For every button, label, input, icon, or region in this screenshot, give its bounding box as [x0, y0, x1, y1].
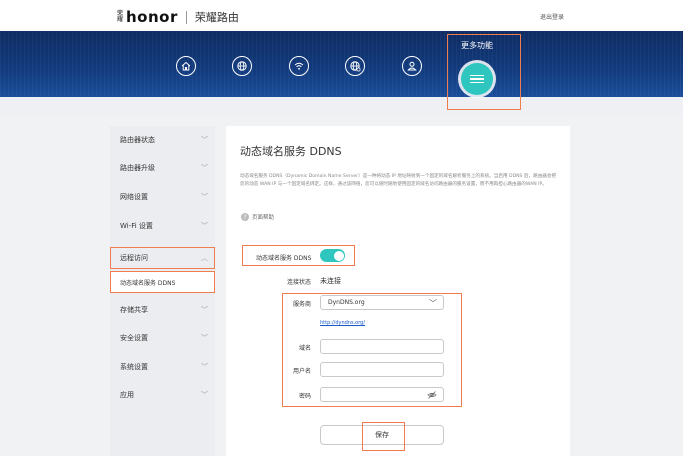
sidebar-item-label: 系统设置 — [120, 363, 148, 371]
sidebar-item-label: 网络设置 — [120, 193, 148, 201]
username-label: 用户名 — [292, 368, 311, 375]
user-icon[interactable] — [402, 56, 422, 76]
brand-wordmark: honor — [126, 8, 178, 26]
sidebar-item-apps[interactable]: 应用 ﹀ — [110, 385, 215, 405]
sidebar-item-label: 路由器状态 — [120, 136, 155, 144]
brand-logo: 荣耀 honor 荣耀路由 — [116, 8, 239, 26]
sidebar-item-label: 动态域名服务 DDNS — [120, 279, 176, 287]
page-title: 动态域名服务 DDNS — [240, 145, 342, 158]
sidebar-item-wifi-settings[interactable]: Wi-Fi 设置 ﹀ — [110, 216, 215, 236]
password-label: 密码 — [298, 393, 311, 400]
sidebar-item-storage-share[interactable]: 存储共享 ﹀ — [110, 300, 215, 320]
provider-select[interactable]: DynDNS.org ﹀ — [320, 295, 444, 310]
chevron-down-icon: ﹀ — [201, 193, 208, 201]
help-label: 页面帮助 — [252, 215, 275, 221]
status-label: 连接状态 — [286, 279, 311, 286]
sidebar-item-router-status[interactable]: 路由器状态 ﹀ — [110, 130, 215, 150]
top-bar: 荣耀 honor 荣耀路由 退出登录 — [0, 0, 683, 31]
chevron-down-icon: ﹀ — [201, 363, 208, 371]
help-icon: ? — [241, 213, 249, 221]
home-icon[interactable] — [176, 56, 196, 76]
sidebar-item-label: 存储共享 — [120, 306, 148, 314]
domain-label: 域名 — [298, 345, 311, 352]
logout-link[interactable]: 退出登录 — [540, 12, 564, 21]
sidebar-item-security-settings[interactable]: 安全设置 ﹀ — [110, 328, 215, 348]
sidebar-item-label: Wi-Fi 设置 — [120, 222, 153, 230]
eye-off-icon[interactable] — [427, 390, 437, 400]
page-description: 动态域名服务 DDNS（Dynamic Domain Name Server）是… — [240, 174, 557, 187]
brand-divider — [185, 10, 187, 24]
chevron-down-icon: ﹀ — [201, 391, 208, 399]
username-input[interactable] — [320, 362, 444, 377]
page-help-link[interactable]: ? 页面帮助 — [241, 213, 274, 221]
hamburger-icon — [470, 73, 484, 86]
ddns-toggle-label: 动态域名服务 DDNS — [256, 255, 312, 262]
chevron-down-icon: ﹀ — [201, 136, 208, 144]
domain-input[interactable] — [320, 339, 444, 354]
status-value: 未连接 — [320, 277, 341, 285]
sidebar-item-label: 路由器升级 — [120, 164, 155, 172]
chevron-down-icon: ﹀ — [201, 222, 208, 230]
sidebar-item-label: 应用 — [120, 391, 134, 399]
more-functions-menu-button[interactable] — [461, 63, 493, 95]
sidebar-item-system-settings[interactable]: 系统设置 ﹀ — [110, 357, 215, 377]
chevron-down-icon: ﹀ — [429, 299, 437, 308]
brand-mark: 荣耀 — [116, 10, 123, 23]
hero-bottom-strip — [0, 97, 683, 115]
save-button[interactable]: 保存 — [320, 425, 444, 445]
password-input[interactable] — [320, 387, 444, 402]
chevron-up-icon: ︿ — [201, 254, 208, 262]
brand-product-name: 荣耀路由 — [194, 11, 239, 24]
wifi-icon[interactable] — [289, 56, 309, 76]
sidebar-item-label: 远程访问 — [120, 254, 148, 262]
provider-select-value: DynDNS.org — [328, 299, 365, 306]
sidebar-item-router-upgrade[interactable]: 路由器升级 ﹀ — [110, 158, 215, 178]
provider-label: 服务商 — [292, 301, 311, 308]
sidebar-item-label: 安全设置 — [120, 334, 148, 342]
provider-link[interactable]: http://dyndns.org/ — [320, 320, 365, 326]
more-functions-label: 更多功能 — [461, 41, 493, 50]
hero-banner — [0, 31, 683, 97]
chevron-down-icon: ﹀ — [201, 334, 208, 342]
sidebar-item-network-settings[interactable]: 网络设置 ﹀ — [110, 187, 215, 207]
sidebar-item-remote-access[interactable]: 远程访问 ︿ — [110, 248, 215, 268]
globe-icon[interactable] — [232, 56, 252, 76]
sidebar-subitem-ddns[interactable]: 动态域名服务 DDNS — [110, 272, 215, 292]
devices-icon[interactable] — [345, 56, 365, 76]
chevron-down-icon: ﹀ — [201, 164, 208, 172]
ddns-toggle[interactable] — [320, 249, 345, 262]
chevron-down-icon: ﹀ — [201, 306, 208, 314]
